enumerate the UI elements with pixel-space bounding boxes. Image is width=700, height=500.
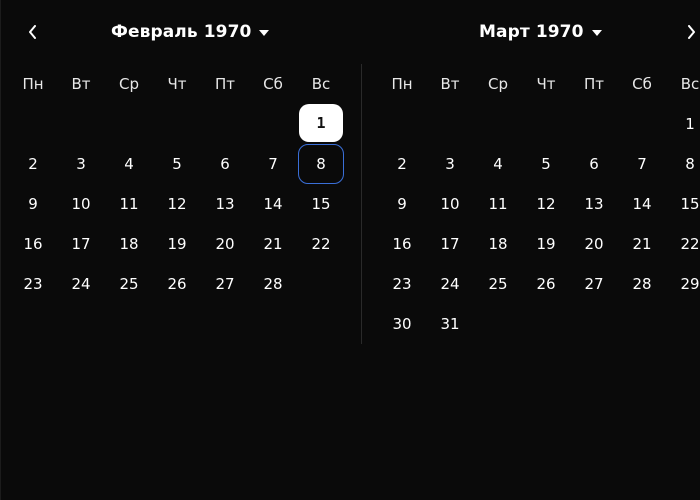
day-cell[interactable]: 10 (427, 184, 473, 224)
day-cell[interactable]: 28 (619, 264, 665, 304)
focused-day-cell[interactable]: 8 (298, 144, 344, 184)
caret-down-icon (591, 30, 602, 36)
empty-day-cell (202, 104, 248, 144)
month-year-dropdown[interactable]: Февраль 1970 (111, 18, 270, 46)
day-cell[interactable]: 25 (475, 264, 521, 304)
month-panel-march: Март 1970 Пн Вт Ср Чт Пт Сб Вс 123456789… (362, 0, 700, 500)
day-cell[interactable]: 16 (379, 224, 425, 264)
day-cell[interactable]: 7 (250, 144, 296, 184)
day-cell[interactable]: 23 (10, 264, 56, 304)
empty-day-cell (58, 104, 104, 144)
day-cell[interactable]: 22 (667, 224, 700, 264)
weekday-label: Сб (263, 75, 283, 93)
month-title: Март 1970 (479, 22, 584, 42)
weekday-header: Пн Вт Ср Чт Пт Сб Вс (378, 72, 700, 96)
day-cell[interactable]: 1 (667, 104, 700, 144)
day-cell[interactable]: 9 (379, 184, 425, 224)
day-cell[interactable]: 6 (202, 144, 248, 184)
weekday-label: Вс (680, 75, 700, 93)
weekday-label: Пт (583, 75, 605, 93)
day-cell[interactable]: 18 (106, 224, 152, 264)
weekday-label: Ср (488, 75, 508, 93)
day-cell[interactable]: 13 (202, 184, 248, 224)
day-cell[interactable]: 5 (154, 144, 200, 184)
day-cell[interactable]: 19 (523, 224, 569, 264)
weekday-label: Чт (536, 75, 556, 93)
day-cell[interactable]: 5 (523, 144, 569, 184)
day-cell[interactable]: 19 (154, 224, 200, 264)
day-cell[interactable]: 6 (571, 144, 617, 184)
day-cell[interactable]: 20 (571, 224, 617, 264)
day-cell[interactable]: 9 (10, 184, 56, 224)
day-cell[interactable]: 15 (298, 184, 344, 224)
weekday-label: Вс (311, 75, 331, 93)
day-cell[interactable]: 11 (106, 184, 152, 224)
day-cell[interactable]: 31 (427, 304, 473, 344)
weekday-label: Пн (391, 75, 413, 93)
day-cell[interactable]: 8 (667, 144, 700, 184)
day-cell[interactable]: 7 (619, 144, 665, 184)
weekday-label: Ср (119, 75, 139, 93)
month-year-dropdown[interactable]: Март 1970 (479, 18, 602, 46)
day-cell[interactable]: 14 (619, 184, 665, 224)
day-cell[interactable]: 25 (106, 264, 152, 304)
day-cell[interactable]: 11 (475, 184, 521, 224)
day-cell[interactable]: 26 (523, 264, 569, 304)
day-cell[interactable]: 15 (667, 184, 700, 224)
empty-day-cell (250, 104, 296, 144)
empty-day-cell (475, 104, 521, 144)
day-cell[interactable]: 14 (250, 184, 296, 224)
day-cell[interactable]: 16 (10, 224, 56, 264)
weekday-label: Чт (167, 75, 187, 93)
day-cell[interactable]: 3 (58, 144, 104, 184)
empty-day-cell (523, 104, 569, 144)
weekday-label: Вт (440, 75, 460, 93)
empty-day-cell (571, 104, 617, 144)
day-cell[interactable]: 10 (58, 184, 104, 224)
day-cell[interactable]: 22 (298, 224, 344, 264)
day-cell[interactable]: 12 (154, 184, 200, 224)
day-cell[interactable]: 23 (379, 264, 425, 304)
empty-day-cell (427, 104, 473, 144)
day-cell[interactable]: 2 (10, 144, 56, 184)
empty-day-cell (619, 104, 665, 144)
day-grid: 1 2 3 4 5 6 7 8 9 10 11 12 13 14 15 16 17 18 19 20 21 22 23 24 2… (9, 104, 345, 304)
day-cell[interactable]: 21 (619, 224, 665, 264)
empty-day-cell (154, 104, 200, 144)
empty-day-cell (106, 104, 152, 144)
day-cell[interactable]: 27 (202, 264, 248, 304)
caret-down-icon (259, 30, 270, 36)
empty-day-cell (10, 104, 56, 144)
month-title: Февраль 1970 (111, 22, 252, 42)
day-cell[interactable]: 17 (58, 224, 104, 264)
day-cell[interactable]: 3 (427, 144, 473, 184)
day-cell[interactable]: 28 (250, 264, 296, 304)
weekday-label: Сб (632, 75, 652, 93)
month-panel-february: Февраль 1970 Пн Вт Ср Чт Пт Сб Вс 123456… (0, 0, 361, 500)
day-grid: 1 2 3 4 5 6 7 8 9 10 11 12 13 14 15 16 17 18 19 20 21 22 23 24 2… (378, 104, 700, 344)
day-cell[interactable]: 2 (379, 144, 425, 184)
weekday-label: Вт (71, 75, 91, 93)
day-cell[interactable]: 29 (667, 264, 700, 304)
day-cell[interactable]: 24 (58, 264, 104, 304)
day-cell[interactable]: 30 (379, 304, 425, 344)
day-cell[interactable]: 13 (571, 184, 617, 224)
day-cell[interactable]: 17 (427, 224, 473, 264)
day-cell[interactable]: 26 (154, 264, 200, 304)
day-cell[interactable]: 4 (106, 144, 152, 184)
selected-day-cell[interactable]: 1 (299, 104, 343, 142)
day-cell[interactable]: 4 (475, 144, 521, 184)
day-cell[interactable]: 21 (250, 224, 296, 264)
day-cell[interactable]: 27 (571, 264, 617, 304)
day-cell[interactable]: 20 (202, 224, 248, 264)
day-cell[interactable]: 18 (475, 224, 521, 264)
empty-day-cell (379, 104, 425, 144)
day-cell[interactable]: 24 (427, 264, 473, 304)
weekday-label: Пт (214, 75, 236, 93)
weekday-header: Пн Вт Ср Чт Пт Сб Вс (9, 72, 345, 96)
day-cell[interactable]: 12 (523, 184, 569, 224)
weekday-label: Пн (22, 75, 44, 93)
